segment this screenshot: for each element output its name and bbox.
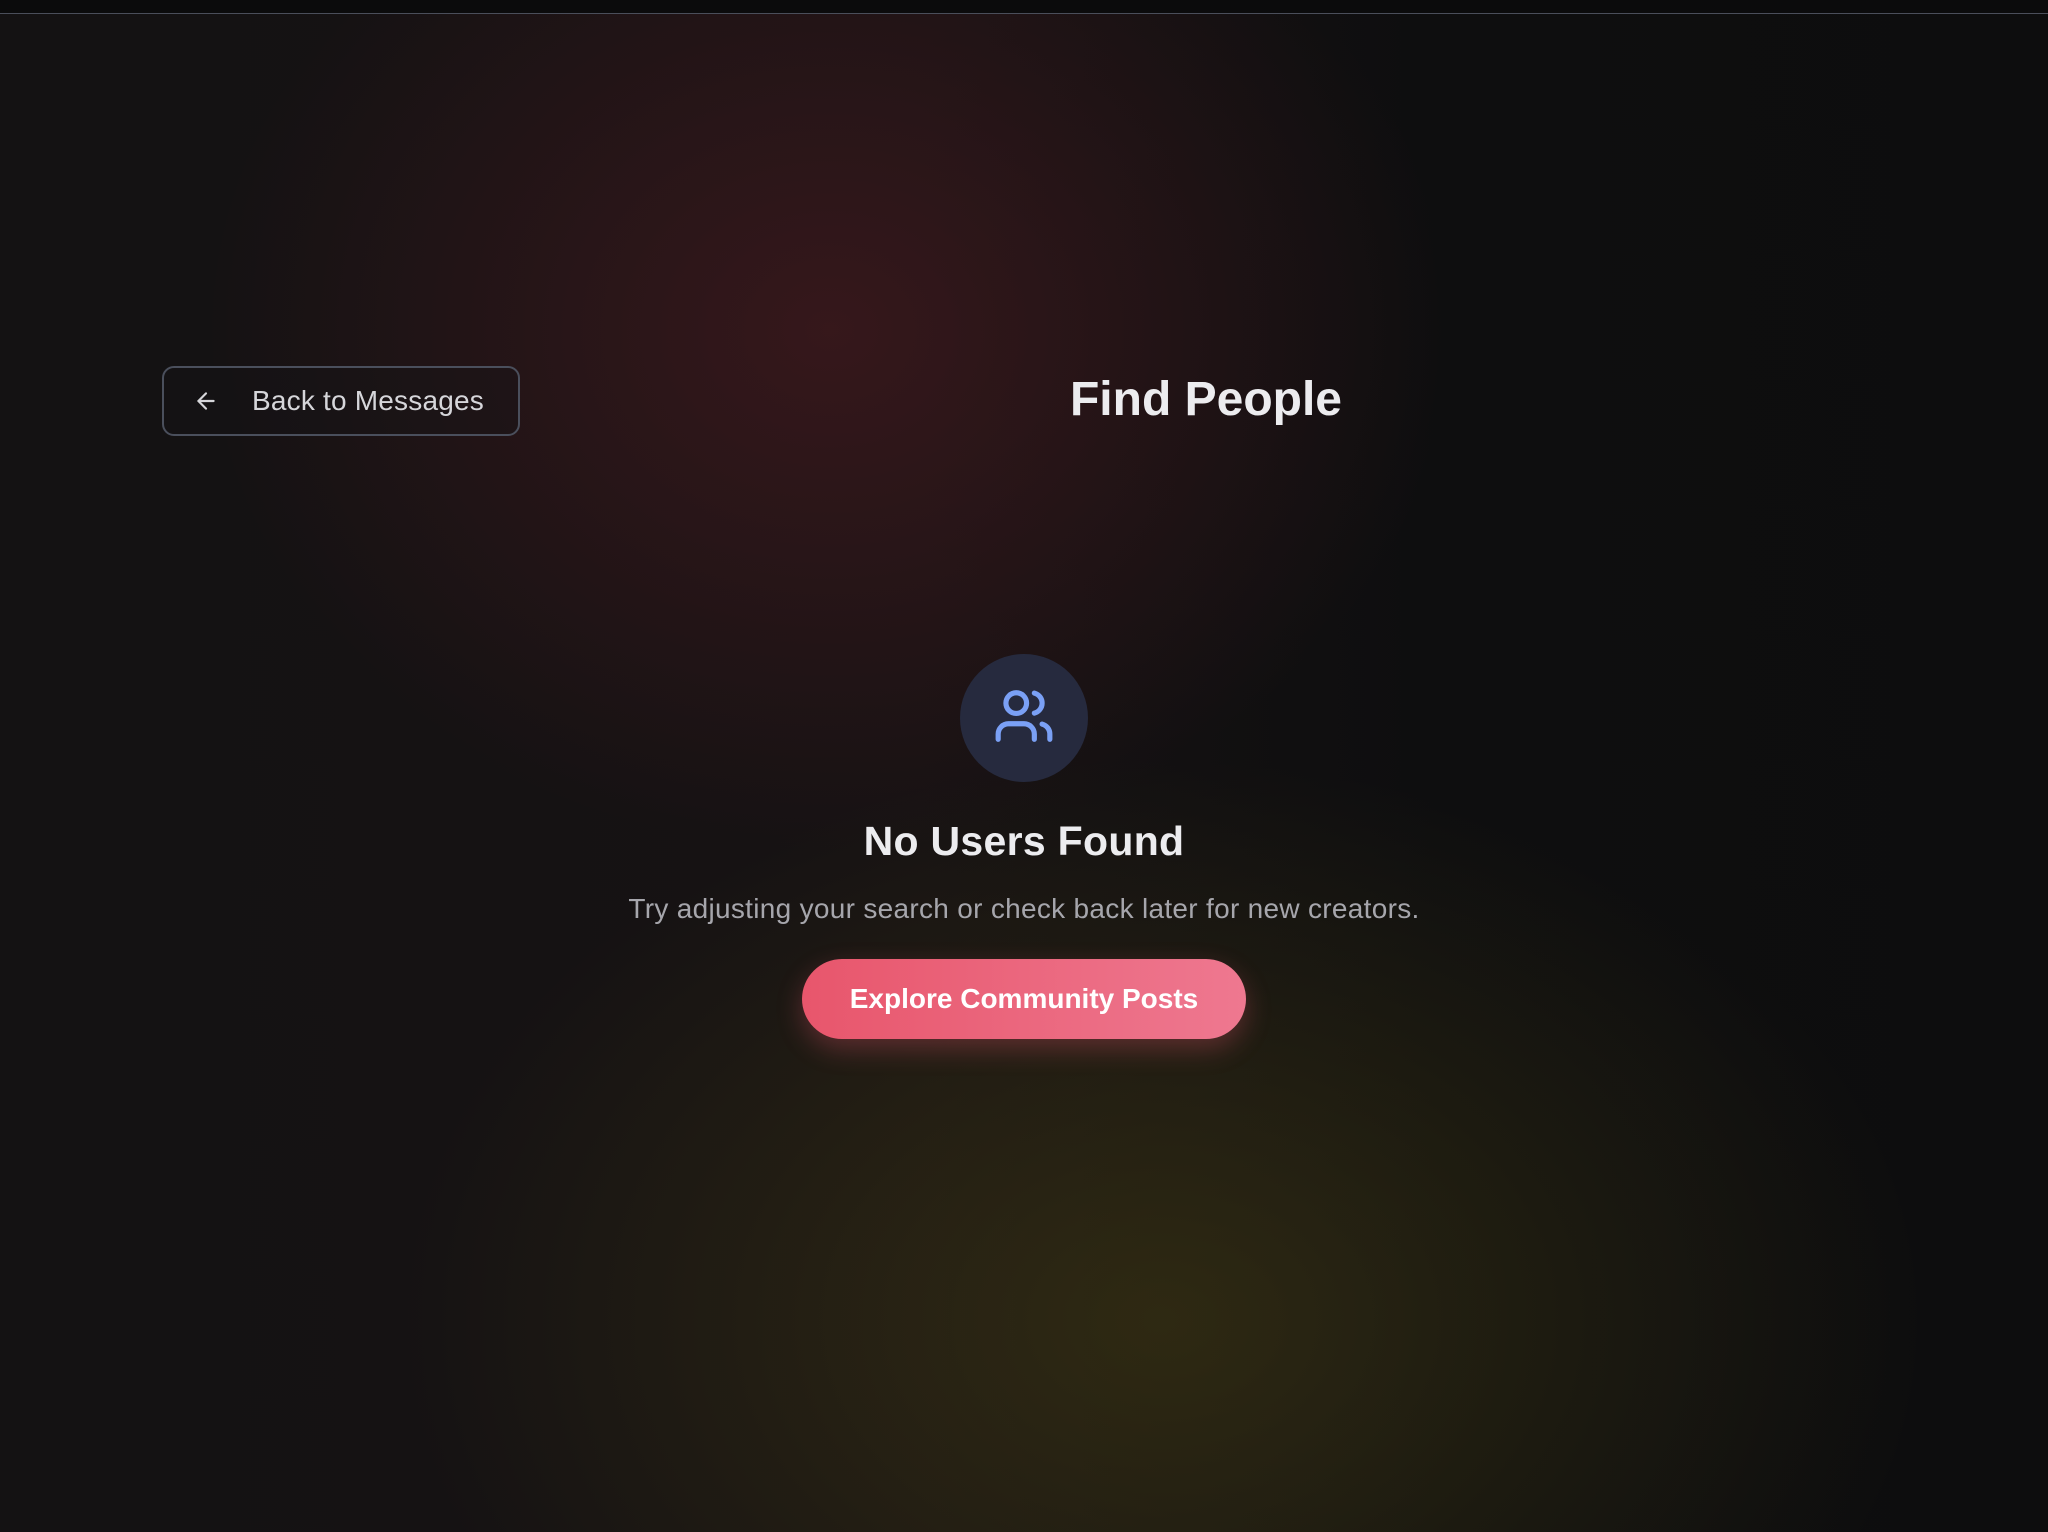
top-bar: [0, 0, 2048, 14]
empty-state-heading: No Users Found: [863, 818, 1185, 864]
empty-state: No Users Found Try adjusting your search…: [0, 654, 2048, 1039]
explore-community-posts-button[interactable]: Explore Community Posts: [802, 959, 1246, 1039]
find-people-page: Back to Messages Find People No Users Fo…: [0, 0, 2048, 1532]
empty-state-message: Try adjusting your search or check back …: [628, 893, 1420, 924]
users-icon: [993, 685, 1055, 752]
users-icon-badge: [960, 654, 1088, 782]
page-title: Find People: [1069, 373, 1342, 426]
